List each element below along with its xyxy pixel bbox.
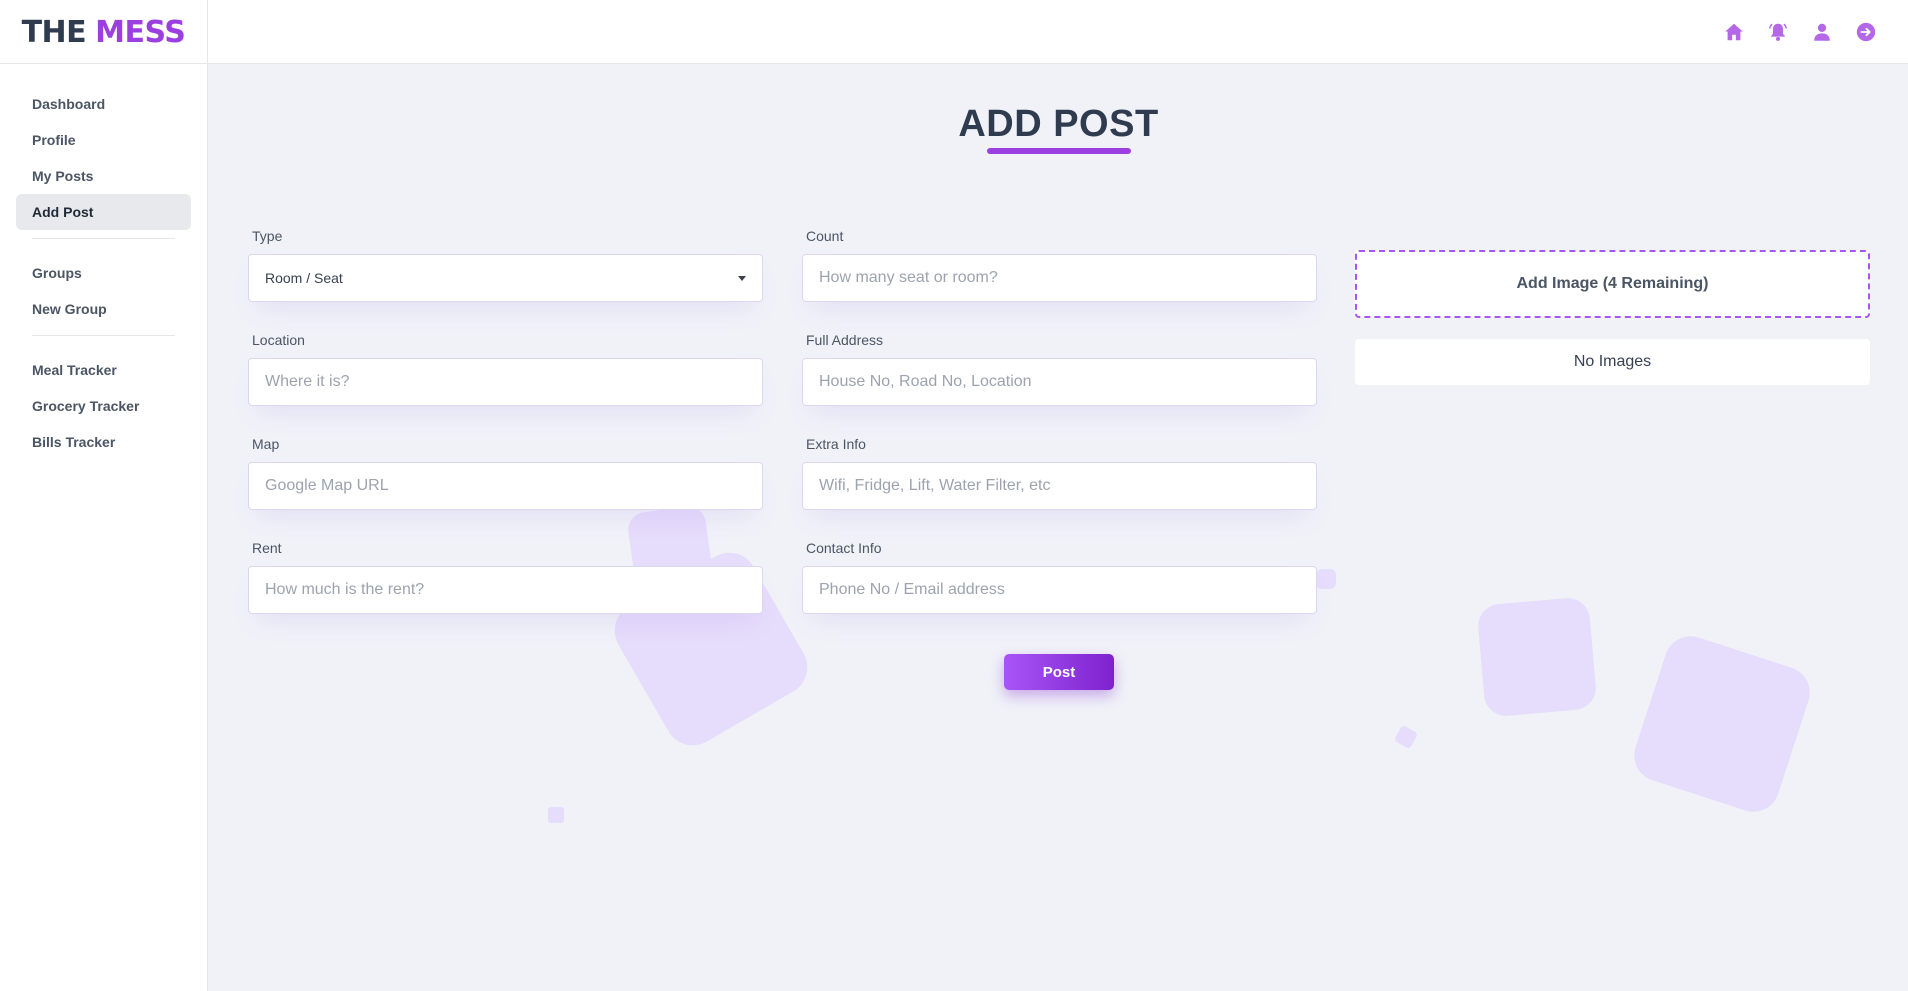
sidebar-item-grocery-tracker[interactable]: Grocery Tracker [16, 388, 191, 424]
user-icon[interactable] [1810, 20, 1834, 44]
sidebar-item-meal-tracker[interactable]: Meal Tracker [16, 352, 191, 388]
full-address-placeholder: House No, Road No, Location [819, 373, 1032, 390]
top-bar: THE MESS [0, 0, 1908, 64]
title-underline [987, 148, 1131, 154]
type-label: Type [252, 228, 283, 244]
full-address-field: Full Address House No, Road No, Location [802, 332, 1317, 406]
header-actions [1722, 20, 1878, 44]
map-field: Map Google Map URL [248, 436, 763, 510]
decorative-shape [1393, 724, 1419, 750]
location-input[interactable]: Where it is? [248, 358, 763, 406]
rent-input[interactable]: How much is the rent? [248, 566, 763, 614]
count-field: Count How many seat or room? [802, 228, 1317, 302]
rent-field: Rent How much is the rent? [248, 540, 763, 614]
count-input[interactable]: How many seat or room? [802, 254, 1317, 302]
brand-text-the: THE [21, 14, 87, 50]
type-field: Type Room / Seat [248, 228, 763, 302]
bell-icon[interactable] [1766, 20, 1790, 44]
sidebar-item-dashboard[interactable]: Dashboard [16, 86, 191, 122]
decorative-shape [1476, 596, 1598, 718]
extra-info-field: Extra Info Wifi, Fridge, Lift, Water Fil… [802, 436, 1317, 510]
decorative-shape [548, 807, 564, 823]
extra-info-placeholder: Wifi, Fridge, Lift, Water Filter, etc [819, 477, 1051, 494]
decorative-shape [1627, 629, 1817, 819]
logout-icon[interactable] [1854, 20, 1878, 44]
sidebar-item-groups[interactable]: Groups [16, 255, 191, 291]
page-title: ADD POST [958, 103, 1159, 145]
sidebar-divider [32, 238, 175, 239]
extra-info-input[interactable]: Wifi, Fridge, Lift, Water Filter, etc [802, 462, 1317, 510]
type-select-value: Room / Seat [265, 270, 343, 286]
type-select[interactable]: Room / Seat [248, 254, 763, 302]
contact-info-field: Contact Info Phone No / Email address [802, 540, 1317, 614]
contact-info-input[interactable]: Phone No / Email address [802, 566, 1317, 614]
add-image-button[interactable]: Add Image (4 Remaining) [1355, 250, 1870, 318]
brand-logo[interactable]: THE MESS [0, 0, 208, 64]
chevron-down-icon [738, 275, 746, 281]
post-button[interactable]: Post [1004, 654, 1114, 690]
sidebar-divider [32, 335, 175, 336]
brand-text-mess: MESS [95, 14, 186, 50]
contact-info-placeholder: Phone No / Email address [819, 581, 1005, 598]
map-input[interactable]: Google Map URL [248, 462, 763, 510]
sidebar-item-add-post[interactable]: Add Post [16, 194, 191, 230]
home-icon[interactable] [1722, 20, 1746, 44]
count-placeholder: How many seat or room? [819, 269, 998, 286]
map-label: Map [252, 436, 280, 452]
decorative-shape [1316, 569, 1336, 589]
rent-label: Rent [252, 540, 282, 556]
rent-placeholder: How much is the rent? [265, 581, 425, 598]
main-content: ADD POST Type Room / Seat Count How many… [209, 65, 1908, 991]
sidebar-item-my-posts[interactable]: My Posts [16, 158, 191, 194]
location-placeholder: Where it is? [265, 373, 350, 390]
full-address-input[interactable]: House No, Road No, Location [802, 358, 1317, 406]
contact-info-label: Contact Info [806, 540, 882, 556]
sidebar-item-new-group[interactable]: New Group [16, 291, 191, 327]
location-field: Location Where it is? [248, 332, 763, 406]
sidebar-item-bills-tracker[interactable]: Bills Tracker [16, 424, 191, 460]
full-address-label: Full Address [806, 332, 884, 348]
count-label: Count [806, 228, 844, 244]
sidebar: Dashboard Profile My Posts Add Post Grou… [0, 64, 208, 991]
extra-info-label: Extra Info [806, 436, 866, 452]
sidebar-item-profile[interactable]: Profile [16, 122, 191, 158]
map-placeholder: Google Map URL [265, 477, 389, 494]
location-label: Location [252, 332, 305, 348]
no-images-message: No Images [1355, 339, 1870, 385]
